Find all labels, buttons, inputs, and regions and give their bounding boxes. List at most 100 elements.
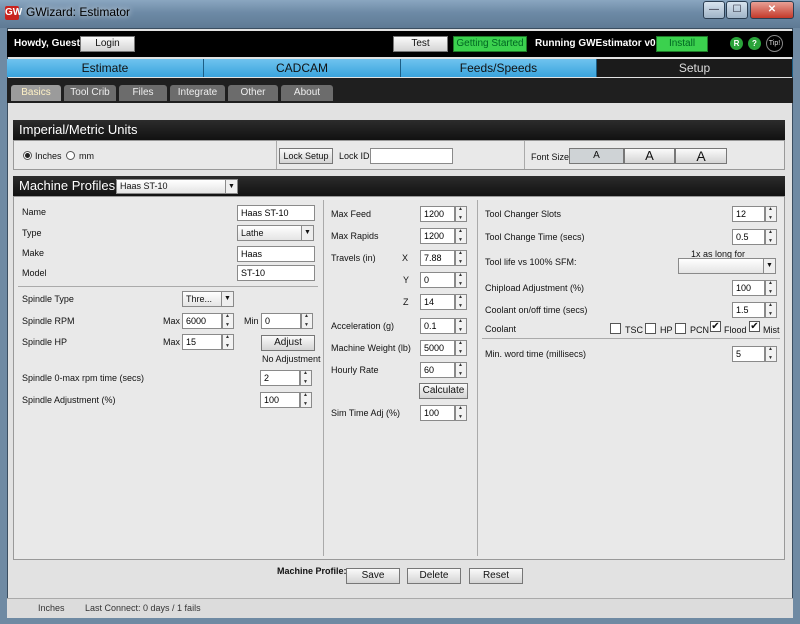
chipload-input[interactable]: 100	[732, 280, 765, 296]
make-label: Make	[22, 248, 45, 258]
travel-x-stepper[interactable]	[455, 250, 467, 266]
column-divider-2	[477, 200, 478, 556]
acceleration-stepper[interactable]	[455, 318, 467, 334]
tool-changer-slots-stepper[interactable]	[765, 206, 777, 222]
travel-z-input[interactable]: 14	[420, 294, 455, 310]
sim-time-input[interactable]: 100	[420, 405, 455, 421]
test-button[interactable]: Test	[393, 36, 448, 52]
rpm-max-label: Max	[163, 316, 181, 326]
max-feed-input[interactable]: 1200	[420, 206, 455, 222]
rpm-min-input[interactable]: 0	[261, 313, 301, 329]
travel-y-stepper[interactable]	[455, 272, 467, 288]
min-word-time-stepper[interactable]	[765, 346, 777, 362]
tool-change-time-input[interactable]: 0.5	[732, 229, 765, 245]
getting-started-button[interactable]: Getting Started	[453, 36, 527, 52]
hp-checkbox[interactable]	[645, 323, 656, 334]
chipload-label: Chipload Adjustment (%)	[485, 283, 585, 293]
subtab-tool-crib[interactable]: Tool Crib	[64, 85, 116, 101]
lock-id-input[interactable]	[370, 148, 453, 164]
help-icon[interactable]: ?	[748, 37, 761, 50]
name-input[interactable]: Haas ST-10	[237, 205, 315, 221]
login-button[interactable]: Login	[80, 36, 135, 52]
chevron-down-icon[interactable]: ▼	[301, 225, 314, 241]
min-word-time-label: Min. word time (millisecs)	[485, 349, 587, 359]
spindle-time-input[interactable]: 2	[260, 370, 300, 386]
tip-icon[interactable]: Tip!	[766, 35, 783, 52]
subtab-basics[interactable]: Basics	[11, 85, 61, 101]
tool-change-time-stepper[interactable]	[765, 229, 777, 245]
model-input[interactable]: ST-10	[237, 265, 315, 281]
travel-z-stepper[interactable]	[455, 294, 467, 310]
column-divider-1	[323, 200, 324, 556]
subtab-integrate[interactable]: Integrate	[170, 85, 225, 101]
travel-y-input[interactable]: 0	[420, 272, 455, 288]
save-button[interactable]: Save	[346, 568, 400, 584]
lock-id-label: Lock ID	[339, 151, 370, 161]
refresh-icon[interactable]: R	[730, 37, 743, 50]
max-rapids-input[interactable]: 1200	[420, 228, 455, 244]
pcn-checkbox[interactable]	[675, 323, 686, 334]
tab-estimate[interactable]: Estimate	[7, 59, 204, 77]
subtab-files[interactable]: Files	[119, 85, 167, 101]
tool-changer-slots-input[interactable]: 12	[732, 206, 765, 222]
font-size-large-button[interactable]: A	[675, 148, 727, 164]
spindle-type-select[interactable]: Thre...	[182, 291, 222, 307]
greeting-text: Howdy, Guest!	[14, 38, 84, 49]
z-label: Z	[403, 297, 409, 307]
no-adjustment-text: No Adjustment	[262, 354, 321, 364]
chevron-down-icon[interactable]: ▼	[225, 179, 238, 194]
min-word-time-input[interactable]: 5	[732, 346, 765, 362]
inches-label: Inches	[35, 151, 62, 161]
lock-setup-button[interactable]: Lock Setup	[279, 148, 333, 164]
type-select[interactable]: Lathe	[237, 225, 302, 241]
mm-radio[interactable]	[66, 151, 75, 160]
max-rapids-stepper[interactable]	[455, 228, 467, 244]
max-feed-stepper[interactable]	[455, 206, 467, 222]
chipload-stepper[interactable]	[765, 280, 777, 296]
hp-max-input[interactable]: 15	[182, 334, 222, 350]
flood-checkbox[interactable]: ✔	[710, 321, 721, 332]
delete-button[interactable]: Delete	[407, 568, 461, 584]
inches-radio[interactable]	[23, 151, 32, 160]
sim-time-stepper[interactable]	[455, 405, 467, 421]
chevron-down-icon[interactable]: ▼	[763, 258, 776, 274]
pcn-label: PCN	[690, 325, 710, 335]
reset-button[interactable]: Reset	[469, 568, 523, 584]
subtab-other[interactable]: Other	[228, 85, 278, 101]
font-size-medium-button[interactable]: A	[624, 148, 675, 164]
rpm-max-input[interactable]: 6000	[182, 313, 222, 329]
adjust-button[interactable]: Adjust	[261, 335, 315, 351]
travel-x-input[interactable]: 7.88	[420, 250, 455, 266]
hp-max-stepper[interactable]	[222, 334, 234, 350]
coolant-time-input[interactable]: 1.5	[732, 302, 765, 318]
rpm-min-stepper[interactable]	[301, 313, 313, 329]
tab-setup[interactable]: Setup	[597, 59, 793, 77]
hourly-rate-input[interactable]: 60	[420, 362, 455, 378]
hourly-rate-label: Hourly Rate	[331, 365, 379, 375]
chevron-down-icon[interactable]: ▼	[221, 291, 234, 307]
tab-cadcam[interactable]: CADCAM	[204, 59, 401, 77]
acceleration-input[interactable]: 0.1	[420, 318, 455, 334]
make-input[interactable]: Haas	[237, 246, 315, 262]
maximize-button[interactable]: ☐	[726, 1, 748, 19]
spindle-adjustment-input[interactable]: 100	[260, 392, 300, 408]
model-label: Model	[22, 268, 47, 278]
install-button[interactable]: Install	[656, 36, 708, 52]
rpm-max-stepper[interactable]	[222, 313, 234, 329]
tab-feeds-speeds[interactable]: Feeds/Speeds	[401, 59, 597, 77]
subtab-about[interactable]: About	[281, 85, 333, 101]
mist-checkbox[interactable]: ✔	[749, 321, 760, 332]
calculate-button[interactable]: Calculate	[419, 383, 468, 399]
minimize-button[interactable]: —	[703, 1, 725, 19]
tsc-checkbox[interactable]	[610, 323, 621, 334]
machine-weight-input[interactable]: 5000	[420, 340, 455, 356]
hourly-rate-stepper[interactable]	[455, 362, 467, 378]
spindle-adjustment-stepper[interactable]	[300, 392, 312, 408]
profile-select[interactable]: Haas ST-10	[116, 179, 226, 194]
close-button[interactable]: ✕	[750, 1, 794, 19]
spindle-time-stepper[interactable]	[300, 370, 312, 386]
font-size-small-button[interactable]: A	[569, 148, 624, 164]
tool-life-select[interactable]	[678, 258, 764, 274]
machine-weight-stepper[interactable]	[455, 340, 467, 356]
coolant-time-stepper[interactable]	[765, 302, 777, 318]
